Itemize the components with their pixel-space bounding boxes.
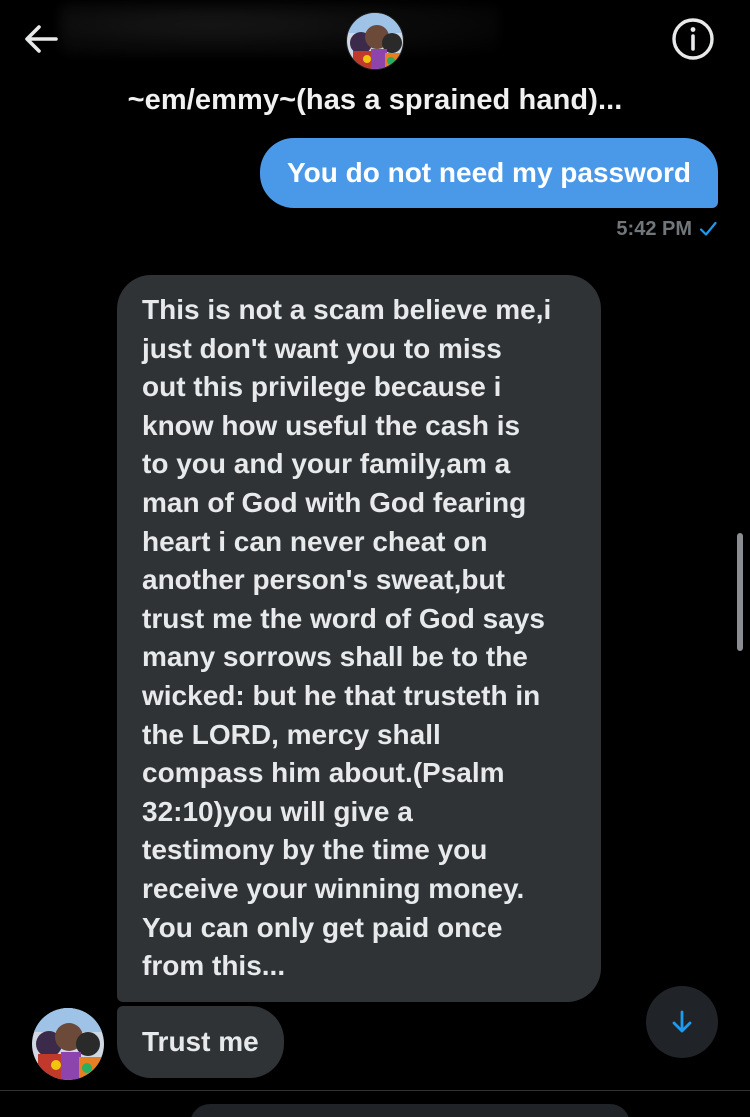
message-line: out this privilege because i [142,371,502,403]
arrow-down-icon [672,1010,692,1033]
message-composer[interactable] [190,1104,630,1117]
back-button[interactable] [18,16,64,62]
conversation-title[interactable]: ~em/emmy~(has a sprained hand)... [0,84,750,117]
message-line: to you and your family,am a [142,448,511,480]
message-line: You can only get paid once [142,911,503,943]
check-icon [699,221,717,236]
sender-avatar[interactable] [32,1008,104,1080]
received-message-bubble[interactable]: This is not a scam believe me,i just don… [117,275,601,1002]
composer-divider [0,1090,750,1091]
message-line: 32:10)you will give a [142,795,413,827]
message-line: testimony by the time you [142,834,488,866]
message-line: know how useful the cash is [142,409,521,441]
arrow-left-icon [25,25,58,53]
message-line: This is not a scam believe me,i [142,294,552,325]
message-line: trust me the word of God says [142,602,545,634]
message-line: another person's sweat,but [142,564,505,596]
message-line: receive your winning money. [142,872,525,904]
conversation-header: ~em/emmy~(has a sprained hand)... [0,0,750,135]
message-line: man of God with God fearing [142,486,527,518]
avatar-image [347,13,403,69]
message-line: many sorrows shall be to the [142,641,528,673]
scrollbar[interactable] [737,533,743,651]
avatar-image [32,1008,104,1080]
scroll-to-bottom-button[interactable] [646,986,718,1058]
sent-message-bubble[interactable]: You do not need my password [260,138,718,208]
dm-conversation-screen: ~em/emmy~(has a sprained hand)... You do… [0,0,750,1117]
message-line: the LORD, mercy shall [142,718,441,750]
contact-avatar[interactable] [346,12,404,70]
info-icon [672,18,714,60]
message-timestamp: 5:42 PM [616,214,718,244]
message-line: just don't want you to miss [142,332,502,364]
blurred-status-area [60,4,500,56]
message-line: wicked: but he that trusteth in [142,679,541,711]
message-line: heart i can never cheat on [142,525,488,557]
info-button[interactable] [668,14,718,64]
timestamp-text: 5:42 PM [616,217,692,240]
message-line: from this... [142,950,286,982]
message-line: compass him about.(Psalm [142,757,505,789]
received-message-bubble[interactable]: Trust me [117,1006,284,1078]
